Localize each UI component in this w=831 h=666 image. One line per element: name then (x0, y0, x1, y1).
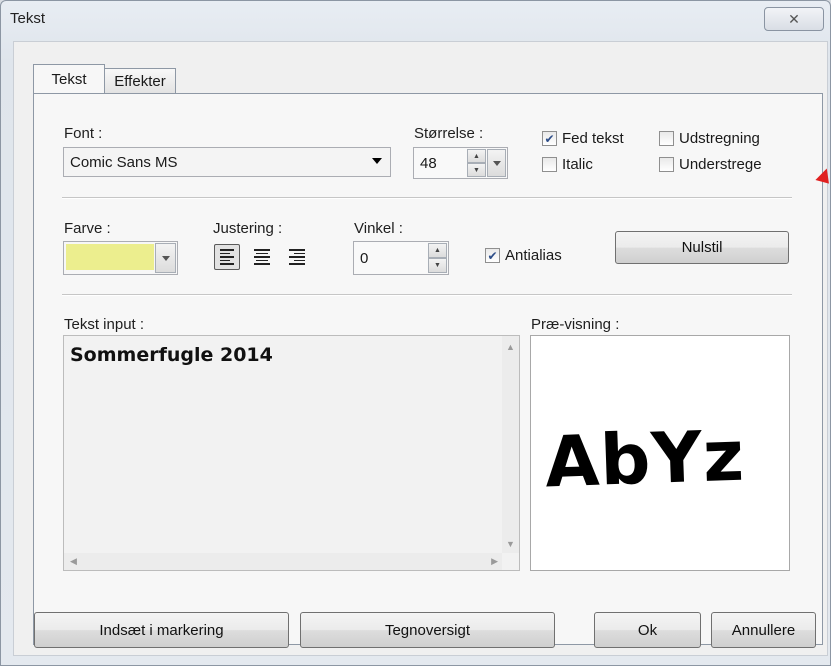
italic-label: Italic (562, 156, 593, 173)
check-icon: ✔ (542, 131, 557, 146)
chevron-down-icon (492, 160, 501, 166)
cancel-button[interactable]: Annullere (711, 612, 816, 648)
insert-in-selection-button[interactable]: Indsæt i markering (34, 612, 289, 648)
font-label: Font : (64, 125, 103, 142)
scroll-down-icon[interactable]: ▼ (506, 539, 515, 549)
divider (62, 197, 792, 199)
bold-checkbox[interactable]: ✔ Fed tekst (542, 130, 624, 147)
text-input-label: Tekst input : (64, 316, 145, 333)
text-input-value: Sommerfugle 2014 (70, 344, 273, 366)
tab-panel: Font : Comic Sans MS Størrelse : 48 ▲ ▼ … (33, 93, 823, 645)
scroll-left-icon[interactable]: ◀ (70, 556, 77, 567)
color-dropdown-button[interactable] (155, 243, 176, 273)
font-select[interactable]: Comic Sans MS (63, 147, 391, 177)
align-left-icon[interactable] (214, 244, 240, 270)
tab-label: Effekter (114, 72, 166, 90)
tab-effekter[interactable]: Effekter (104, 68, 176, 93)
antialias-label: Antialias (505, 247, 562, 264)
preview-sample-text: AbYz (543, 414, 747, 504)
reset-button[interactable]: Nulstil (615, 231, 789, 264)
strike-checkbox[interactable]: Udstregning (659, 130, 760, 147)
character-map-button[interactable]: Tegnoversigt (300, 612, 555, 648)
antialias-checkbox[interactable]: ✔ Antialias (485, 247, 562, 264)
alignment-label: Justering : (213, 220, 283, 237)
color-label: Farve : (64, 220, 111, 237)
text-dialog: Tekst ✕ Tekst Effekter Font : Comic Sans… (0, 0, 831, 666)
spin-up-icon[interactable]: ▲ (467, 149, 486, 163)
close-button[interactable]: ✕ (764, 7, 824, 31)
angle-label: Vinkel : (354, 220, 403, 237)
checkbox-box (542, 157, 557, 172)
text-input-area[interactable]: Sommerfugle 2014 ▲ ▼ ◀ ▶ (63, 335, 520, 571)
underline-label: Understrege (679, 156, 762, 173)
chevron-down-icon (161, 255, 170, 261)
tab-label: Tekst (51, 70, 87, 88)
spin-down-icon[interactable]: ▼ (467, 163, 486, 177)
chevron-down-icon (372, 158, 382, 164)
spin-down-icon[interactable]: ▼ (428, 258, 447, 273)
font-value: Comic Sans MS (70, 153, 178, 171)
size-label: Størrelse : (414, 125, 484, 142)
align-center-icon[interactable] (249, 244, 275, 270)
preview-label: Præ-visning : (531, 316, 620, 333)
checkbox-box (659, 157, 674, 172)
align-right-icon[interactable] (284, 244, 310, 270)
color-swatch (66, 244, 154, 270)
divider (62, 294, 792, 296)
tab-tekst[interactable]: Tekst (33, 64, 105, 93)
angle-spin-buttons[interactable]: ▲ ▼ (428, 243, 447, 273)
check-icon: ✔ (485, 248, 500, 263)
scroll-right-icon[interactable]: ▶ (491, 556, 498, 567)
preview-pane: AbYz (530, 335, 790, 571)
underline-checkbox[interactable]: Understrege (659, 156, 762, 173)
horizontal-scrollbar[interactable]: ◀ ▶ (64, 553, 502, 570)
ok-button[interactable]: Ok (594, 612, 701, 648)
window-title: Tekst (10, 10, 46, 27)
spin-up-icon[interactable]: ▲ (428, 243, 447, 258)
angle-stepper[interactable]: 0 ▲ ▼ (353, 241, 449, 275)
size-stepper[interactable]: 48 ▲ ▼ (413, 147, 508, 179)
strike-label: Udstregning (679, 130, 760, 147)
checkbox-box (659, 131, 674, 146)
dialog-client-area: Tekst Effekter Font : Comic Sans MS Stør… (13, 41, 828, 656)
title-bar: Tekst ✕ (1, 1, 830, 41)
vertical-scrollbar[interactable]: ▲ ▼ (502, 336, 519, 553)
color-picker[interactable] (63, 241, 178, 275)
scroll-up-icon[interactable]: ▲ (506, 342, 515, 352)
italic-checkbox[interactable]: Italic (542, 156, 593, 173)
size-dropdown-button[interactable] (487, 149, 506, 177)
size-spin-buttons[interactable]: ▲ ▼ (467, 149, 486, 177)
bold-label: Fed tekst (562, 130, 624, 147)
close-icon: ✕ (788, 10, 800, 27)
